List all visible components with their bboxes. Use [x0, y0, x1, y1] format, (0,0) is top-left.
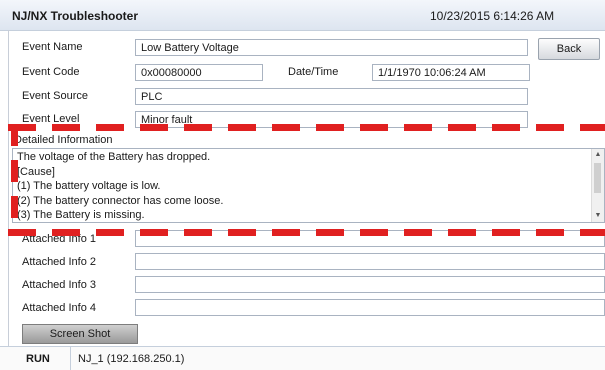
detail-line: (1) The battery voltage is low.	[17, 180, 161, 192]
app-title: NJ/NX Troubleshooter	[12, 9, 139, 23]
attached-info-4-field[interactable]	[135, 299, 605, 316]
attached-info-2-label: Attached Info 2	[22, 256, 96, 268]
detailed-information-textbox[interactable]: The voltage of the Battery has dropped. …	[12, 148, 605, 223]
status-bar: RUN NJ_1 (192.168.250.1)	[0, 346, 605, 370]
event-source-label: Event Source	[22, 90, 89, 102]
highlight-top-dashes	[8, 124, 605, 131]
attached-info-3-label: Attached Info 3	[22, 279, 96, 291]
screen-shot-button[interactable]: Screen Shot	[22, 324, 138, 344]
header-datetime: 10/23/2015 6:14:26 AM	[430, 9, 555, 23]
highlight-left-dashes	[11, 124, 18, 236]
event-name-field[interactable]: Low Battery Voltage	[135, 39, 528, 56]
datetime-label: Date/Time	[288, 66, 339, 78]
attached-info-3-field[interactable]	[135, 276, 605, 293]
status-divider	[70, 347, 71, 370]
run-status: RUN	[26, 353, 50, 365]
event-source-field[interactable]: PLC	[135, 88, 528, 105]
detail-line: (3) The Battery is missing.	[17, 209, 145, 221]
detailed-information-label: Detailed Information	[14, 134, 113, 146]
datetime-field[interactable]: 1/1/1970 10:06:24 AM	[372, 64, 530, 81]
detail-lines: The voltage of the Battery has dropped. …	[17, 150, 592, 223]
event-name-label: Event Name	[22, 41, 83, 53]
title-bar: NJ/NX Troubleshooter 10/23/2015 6:14:26 …	[0, 0, 605, 31]
detail-scrollbar[interactable]: ▲ ▼	[591, 149, 604, 222]
attached-info-4-label: Attached Info 4	[22, 302, 96, 314]
scroll-thumb[interactable]	[594, 163, 601, 193]
scroll-down-arrow-icon[interactable]: ▼	[592, 210, 604, 222]
event-code-label: Event Code	[22, 66, 80, 78]
detail-line: The voltage of the Battery has dropped.	[17, 151, 211, 163]
back-button[interactable]: Back	[538, 38, 600, 60]
detail-line: (2) The battery connector has come loose…	[17, 194, 224, 207]
attached-info-2-field[interactable]	[135, 253, 605, 270]
detail-line: [Cause]	[17, 165, 55, 178]
highlight-bottom-dashes	[8, 229, 605, 236]
event-code-field[interactable]: 0x00080000	[135, 64, 263, 81]
scroll-up-arrow-icon[interactable]: ▲	[592, 149, 604, 161]
controller-connection: NJ_1 (192.168.250.1)	[78, 353, 185, 365]
